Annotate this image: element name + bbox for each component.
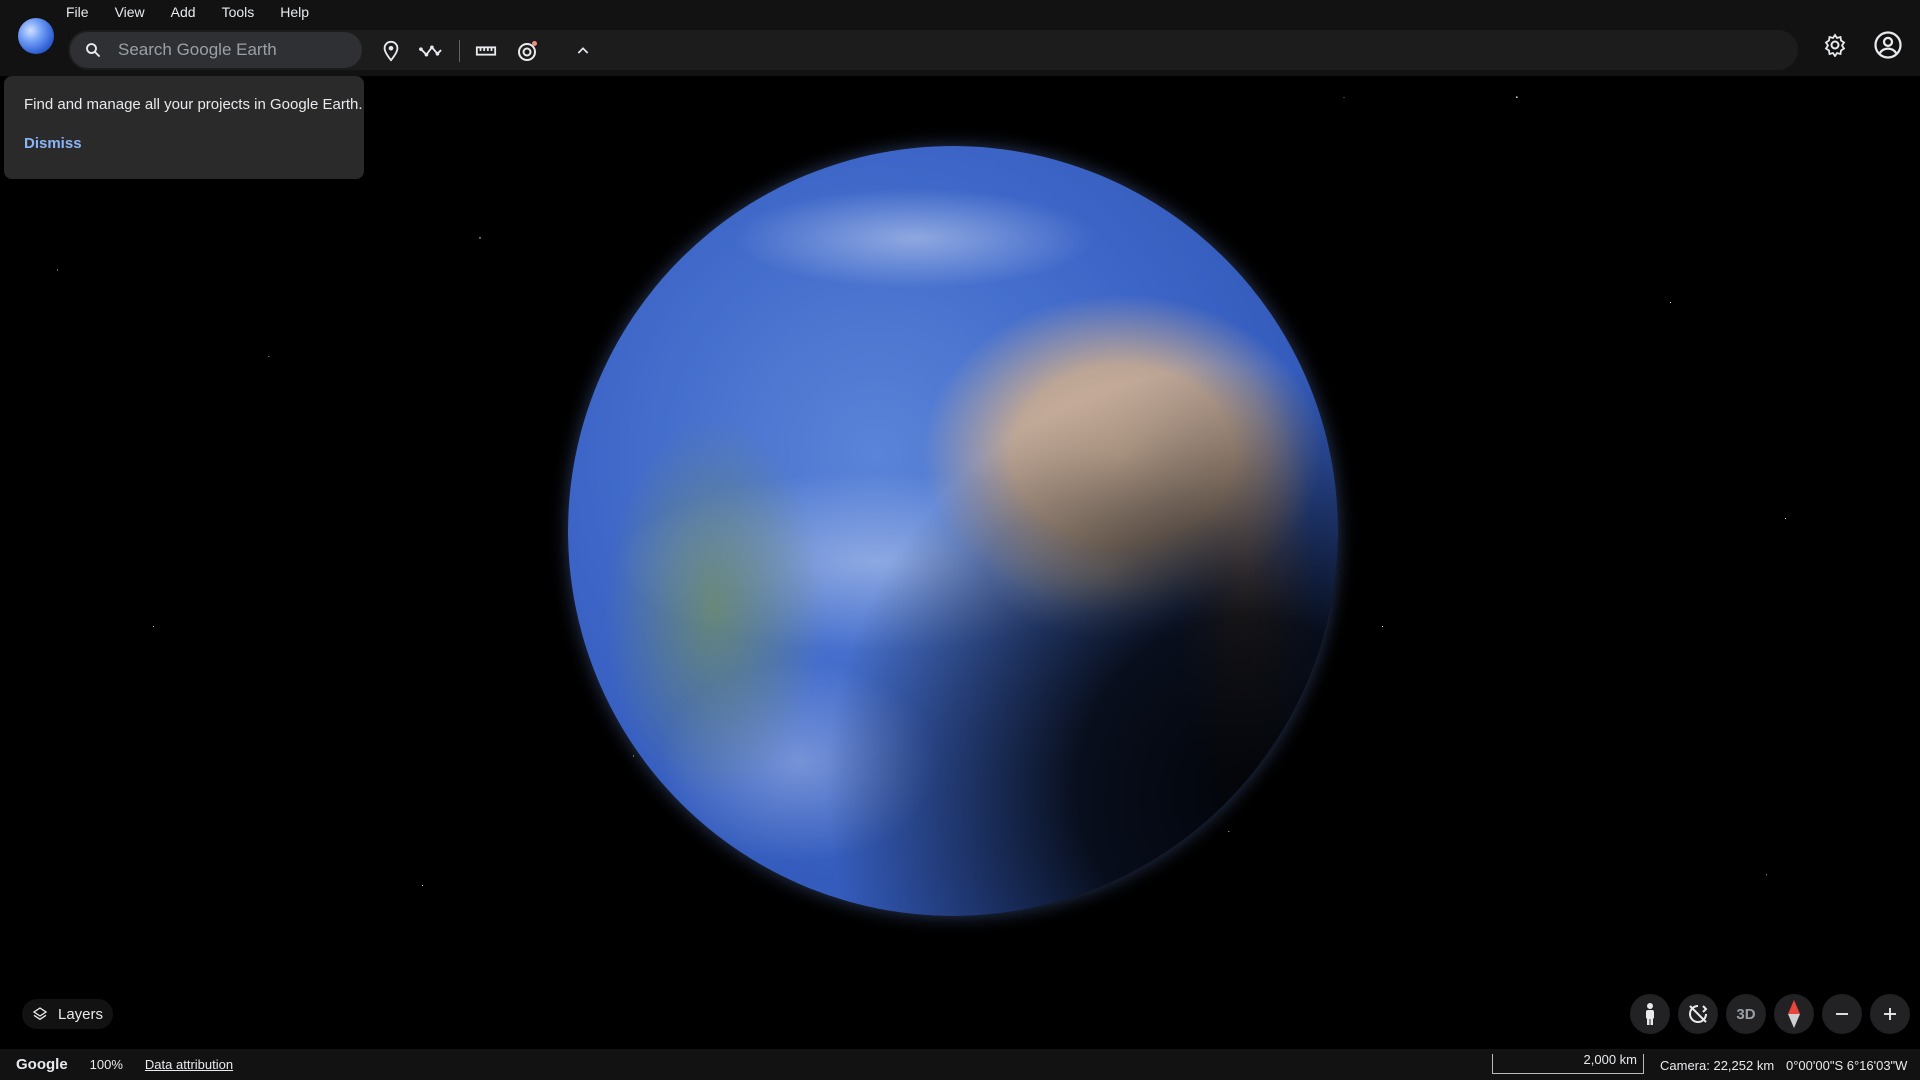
menu-file[interactable]: File: [66, 4, 89, 20]
menu-add[interactable]: Add: [171, 4, 196, 20]
compass-button[interactable]: [1774, 994, 1814, 1034]
toolbar-divider: [459, 40, 460, 62]
data-attribution-link[interactable]: Data attribution: [145, 1057, 233, 1072]
add-placemark-button[interactable]: [375, 35, 407, 67]
reset-tilt-button[interactable]: [1678, 994, 1718, 1034]
scale-bar: 2,000 km: [1492, 1052, 1644, 1074]
coordinates-readout: 0°00'00"S 6°16'03"W: [1786, 1058, 1908, 1073]
measure-button[interactable]: [470, 35, 502, 67]
layers-icon: [32, 1006, 48, 1022]
view-3d-toggle[interactable]: 3D: [1726, 994, 1766, 1034]
path-icon: [418, 40, 444, 62]
settings-icon: [1823, 33, 1847, 57]
google-logo: Google: [16, 1056, 68, 1073]
zoom-in-button[interactable]: [1870, 994, 1910, 1034]
street-view-button[interactable]: [1630, 994, 1670, 1034]
earth-globe[interactable]: [568, 146, 1338, 916]
navigation-controls: 3D: [1622, 992, 1910, 1036]
account-icon: [1873, 30, 1903, 60]
timelapse-icon: [515, 39, 539, 63]
menu-view[interactable]: View: [115, 4, 145, 20]
projects-tip-popup: Find and manage all your projects in Goo…: [4, 76, 364, 179]
layers-label: Layers: [58, 1005, 104, 1023]
dismiss-button[interactable]: Dismiss: [24, 135, 82, 152]
draw-path-button[interactable]: [415, 35, 447, 67]
compass-icon: [1787, 1000, 1801, 1028]
search-box[interactable]: [70, 32, 362, 68]
camera-altitude: Camera: 22,252 km: [1660, 1058, 1775, 1073]
collapse-toolbar-button[interactable]: [567, 35, 599, 67]
placemark-icon: [380, 40, 402, 62]
zoom-percentage: 100%: [89, 1057, 123, 1072]
layers-button[interactable]: Layers: [22, 999, 114, 1029]
search-input[interactable]: [116, 39, 340, 61]
timelapse-button[interactable]: [511, 35, 543, 67]
menu-help[interactable]: Help: [280, 4, 309, 20]
ruler-icon: [475, 40, 497, 62]
zoom-out-button[interactable]: [1822, 994, 1862, 1034]
scale-label: 2,000 km: [1583, 1052, 1637, 1067]
popup-message: Find and manage all your projects in Goo…: [24, 96, 363, 113]
menu-bar: File View Add Tools Help: [0, 0, 1920, 24]
google-earth-logo-icon[interactable]: [18, 18, 54, 54]
account-button[interactable]: [1868, 25, 1908, 65]
chevron-up-icon: [575, 43, 591, 59]
plus-icon: [1881, 1005, 1899, 1023]
minus-icon: [1833, 1005, 1851, 1023]
search-icon: [84, 41, 102, 59]
tilt-off-icon: [1686, 1002, 1710, 1026]
settings-button[interactable]: [1815, 25, 1855, 65]
pegman-icon: [1640, 1002, 1660, 1026]
menu-tools[interactable]: Tools: [222, 4, 255, 20]
